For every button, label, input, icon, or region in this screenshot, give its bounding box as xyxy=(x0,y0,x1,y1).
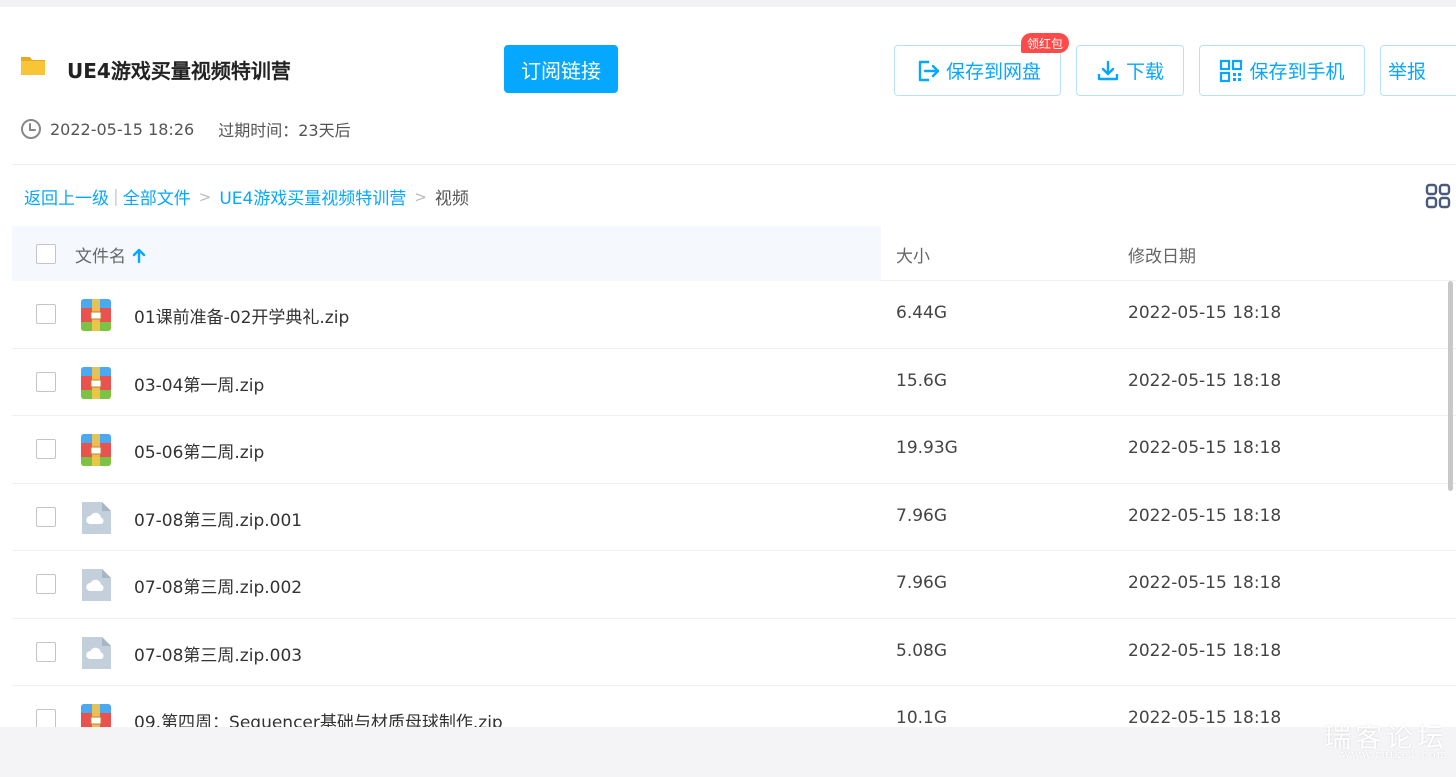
report-label: 举报 xyxy=(1387,61,1426,83)
breadcrumb: 返回上一级 | 全部文件 > UE4游戏买量视频特训营 > 视频 xyxy=(24,184,469,210)
expire-label: 过期时间： xyxy=(218,121,299,140)
row-checkbox[interactable] xyxy=(36,439,56,459)
select-all-checkbox[interactable] xyxy=(36,244,56,264)
cloud-file-icon xyxy=(80,501,112,535)
table-row[interactable]: 05-06第二周.zip 19.93G 2022-05-15 18:18 xyxy=(12,416,1456,484)
file-list: 01课前准备-02开学典礼.zip 6.44G 2022-05-15 18:18 03… xyxy=(12,281,1456,727)
file-size: 6.44G xyxy=(896,303,948,323)
table-row[interactable]: 03-04第一周.zip 15.6G 2022-05-15 18:18 xyxy=(12,349,1456,416)
share-title: UE4游戏买量视频特训营 xyxy=(67,59,291,83)
zip-icon xyxy=(80,433,112,467)
column-name-label: 文件名 xyxy=(75,247,126,267)
file-date: 2022-05-15 18:18 xyxy=(1128,303,1282,323)
file-date: 2022-05-15 18:18 xyxy=(1128,505,1282,526)
row-checkbox[interactable] xyxy=(36,641,56,662)
column-header-date[interactable]: 修改日期 xyxy=(1128,242,1196,267)
top-strip xyxy=(0,0,1456,7)
file-size: 7.96G xyxy=(896,505,948,526)
table-row[interactable]: 09.第四周：Sequencer基础与材质母球制作.zip 10.1G 2022-0… xyxy=(12,686,1456,727)
sort-arrow-up-icon xyxy=(132,248,146,263)
bottom-band xyxy=(0,727,1456,777)
file-name[interactable]: 01课前准备-02开学典礼.zip xyxy=(134,303,349,328)
breadcrumb-all-files[interactable]: 全部文件 xyxy=(123,184,191,209)
table-row[interactable]: 07-08第三周.zip.001 7.96G 2022-05-15 18:18 xyxy=(12,484,1456,551)
folder-icon xyxy=(21,57,45,75)
grid-view-icon[interactable] xyxy=(1425,183,1451,209)
clock-icon xyxy=(21,119,41,139)
save-to-phone-button[interactable]: 保存到手机 xyxy=(1199,45,1365,96)
file-size: 5.08G xyxy=(896,640,948,661)
file-date: 2022-05-15 18:18 xyxy=(1128,573,1282,593)
breadcrumb-bar: | xyxy=(113,186,119,207)
file-date: 2022-05-15 18:18 xyxy=(1128,708,1282,727)
share-panel: UE4游戏买量视频特训营 订阅链接 保存到网盘 领红包 下载 保存到手机 举报 xyxy=(0,7,1456,727)
breadcrumb-back[interactable]: 返回上一级 xyxy=(24,184,109,209)
file-name[interactable]: 07-08第三周.zip.001 xyxy=(134,506,302,531)
cloud-file-icon xyxy=(80,568,112,602)
file-size: 7.96G xyxy=(896,573,948,593)
header-divider xyxy=(12,164,1456,165)
file-size: 15.6G xyxy=(896,370,948,391)
row-checkbox[interactable] xyxy=(36,506,56,527)
file-name[interactable]: 07-08第三周.zip.003 xyxy=(134,641,302,666)
watermark-sub: www.ruike1.com xyxy=(1340,748,1448,761)
file-name[interactable]: 07-08第三周.zip.002 xyxy=(134,573,302,598)
cloud-file-icon xyxy=(80,636,112,670)
table-header: 文件名 大小 修改日期 xyxy=(12,226,1456,281)
breadcrumb-separator: > xyxy=(198,187,212,206)
file-name[interactable]: 03-04第一周.zip xyxy=(134,371,264,396)
scrollbar-thumb[interactable] xyxy=(1448,281,1453,491)
row-checkbox[interactable] xyxy=(36,574,56,594)
breadcrumb-separator: > xyxy=(414,187,427,206)
subscribe-button[interactable]: 订阅链接 xyxy=(504,45,618,93)
row-checkbox[interactable] xyxy=(36,304,56,324)
table-row[interactable]: 01课前准备-02开学典礼.zip 6.44G 2022-05-15 18:18 xyxy=(12,281,1456,349)
breadcrumb-current: 视频 xyxy=(434,189,469,209)
file-size: 10.1G xyxy=(896,708,948,727)
download-label: 下载 xyxy=(1125,61,1164,83)
file-date: 2022-05-15 18:18 xyxy=(1128,370,1282,391)
file-name[interactable]: 05-06第二周.zip xyxy=(134,438,264,463)
file-name[interactable]: 09.第四周：Sequencer基础与材质母球制作.zip xyxy=(134,708,503,727)
qr-code-icon xyxy=(1220,59,1243,82)
expire-value: 23天后 xyxy=(298,121,351,140)
zip-icon xyxy=(80,703,112,727)
red-packet-badge[interactable]: 领红包 xyxy=(1021,33,1070,53)
download-icon xyxy=(1097,60,1119,80)
file-date: 2022-05-15 18:18 xyxy=(1128,438,1282,458)
column-header-size[interactable]: 大小 xyxy=(896,242,930,267)
row-checkbox[interactable] xyxy=(36,371,56,392)
file-size: 19.93G xyxy=(896,438,958,458)
row-checkbox[interactable] xyxy=(36,709,56,727)
save-label: 保存到网盘 xyxy=(945,61,1041,83)
zip-icon xyxy=(80,366,112,400)
created-time: 2022-05-15 18:26 xyxy=(50,119,195,139)
report-button[interactable]: 举报 xyxy=(1380,45,1456,96)
table-row[interactable]: 07-08第三周.zip.003 5.08G 2022-05-15 18:18 xyxy=(12,619,1456,686)
column-header-name[interactable]: 文件名 xyxy=(75,242,146,267)
breadcrumb-folder[interactable]: UE4游戏买量视频特训营 xyxy=(219,184,406,209)
watermark: 瑞客论坛 www.ruike1.com xyxy=(1324,722,1448,761)
zip-icon xyxy=(80,298,112,332)
share-meta: 2022-05-15 18:26 过期时间： 23天后 xyxy=(20,117,351,141)
download-button[interactable]: 下载 xyxy=(1076,45,1184,96)
table-row[interactable]: 07-08第三周.zip.002 7.96G 2022-05-15 18:18 xyxy=(12,551,1456,619)
phone-label: 保存到手机 xyxy=(1249,61,1345,83)
save-export-icon xyxy=(918,60,940,81)
file-date: 2022-05-15 18:18 xyxy=(1128,640,1282,661)
